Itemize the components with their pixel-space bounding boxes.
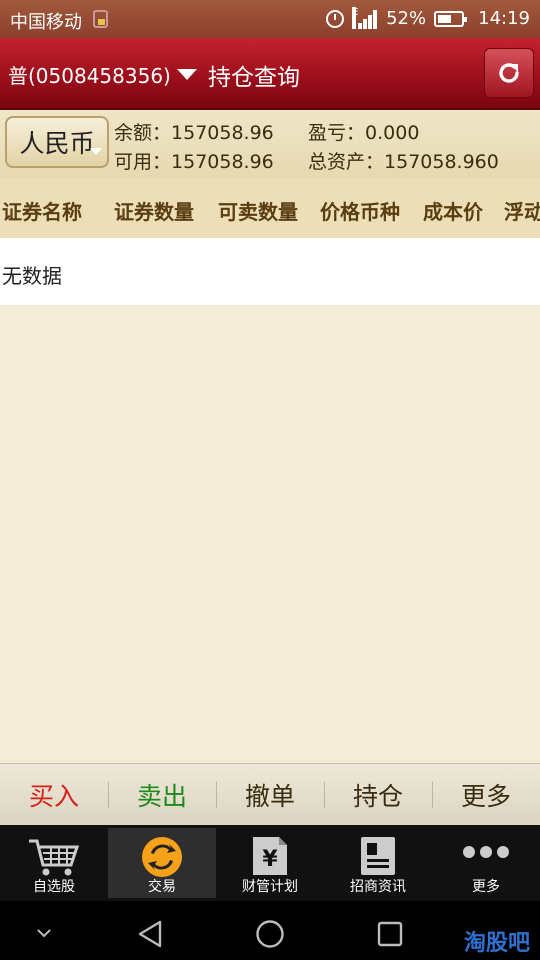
alarm-icon bbox=[326, 9, 345, 28]
refresh-button[interactable] bbox=[484, 48, 534, 98]
svg-text:¥: ¥ bbox=[262, 847, 278, 872]
chevron-down-icon[interactable] bbox=[36, 928, 52, 938]
recents-icon[interactable] bbox=[376, 920, 404, 948]
account-selector[interactable]: 普(0508458356) bbox=[8, 60, 197, 89]
pnl-field: 盈亏：0.000 bbox=[308, 122, 420, 144]
tab-trade[interactable]: 交易 bbox=[108, 828, 216, 898]
balance-value: 157058.96 bbox=[171, 122, 274, 144]
available-field: 可用：157058.96 bbox=[114, 151, 274, 173]
column-currency[interactable]: 价格币种 bbox=[320, 196, 400, 225]
column-quantity[interactable]: 证券数量 bbox=[114, 196, 194, 225]
home-icon[interactable] bbox=[255, 919, 285, 949]
empty-text: 无数据 bbox=[2, 264, 62, 288]
cart-icon bbox=[29, 839, 80, 876]
title-bar: 普(0508458356) 持仓查询 bbox=[0, 38, 540, 110]
battery-icon bbox=[434, 10, 468, 27]
currency-select[interactable]: 人民币 bbox=[5, 116, 109, 168]
yuan-doc-icon: ¥ bbox=[253, 837, 287, 875]
tab-news[interactable]: 招商资讯 bbox=[324, 825, 432, 901]
clock: 14:19 bbox=[478, 8, 530, 29]
table-header[interactable]: 证券名称 证券数量 可卖数量 价格币种 成本价 浮动 bbox=[0, 178, 540, 238]
more-actions-button[interactable]: 更多 bbox=[432, 764, 540, 825]
pnl-value: 0.000 bbox=[365, 122, 420, 144]
system-nav-bar: 淘股吧 bbox=[0, 901, 540, 960]
column-security-name[interactable]: 证券名称 bbox=[2, 196, 82, 225]
news-icon bbox=[361, 837, 395, 875]
column-floating[interactable]: 浮动 bbox=[504, 196, 540, 225]
account-summary: 人民币 余额：157058.96 盈亏：0.000 可用：157058.96 总… bbox=[0, 110, 540, 178]
signal-icon: E bbox=[352, 6, 378, 29]
account-label: 普(0508458356) bbox=[8, 64, 171, 88]
back-icon[interactable] bbox=[136, 919, 164, 949]
watermark-logo: 淘股吧 bbox=[463, 931, 530, 956]
dropdown-arrow-icon bbox=[90, 148, 102, 155]
status-bar: 中国移动 E 52% 14:19 bbox=[0, 0, 540, 38]
currency-label: 人民币 bbox=[19, 129, 95, 158]
empty-state: 无数据 bbox=[0, 238, 540, 305]
cancel-order-button[interactable]: 撤单 bbox=[216, 764, 324, 825]
total-assets-value: 157058.960 bbox=[384, 151, 499, 173]
available-value: 157058.96 bbox=[171, 151, 274, 173]
buy-button[interactable]: 买入 bbox=[0, 764, 108, 825]
total-assets-field: 总资产：157058.960 bbox=[308, 151, 499, 173]
more-dots-icon bbox=[463, 846, 509, 858]
column-sellable[interactable]: 可卖数量 bbox=[218, 196, 298, 225]
tab-more[interactable]: 更多 bbox=[432, 825, 540, 901]
sim-icon bbox=[93, 10, 108, 28]
tab-wealth-plan[interactable]: ¥ 财管计划 bbox=[216, 825, 324, 901]
column-cost-price[interactable]: 成本价 bbox=[423, 196, 483, 225]
tab-bar: 自选股 交易 ¥ 财管计划 招商资讯 更多 bbox=[0, 825, 540, 901]
battery-percent: 52% bbox=[386, 8, 427, 29]
balance-field: 余额：157058.96 bbox=[114, 122, 274, 144]
dropdown-arrow-icon bbox=[176, 69, 197, 80]
page-title: 持仓查询 bbox=[208, 65, 300, 91]
exchange-icon bbox=[142, 837, 182, 877]
refresh-icon bbox=[499, 63, 519, 83]
holdings-button[interactable]: 持仓 bbox=[324, 764, 432, 825]
action-bar: 买入 卖出 撤单 持仓 更多 bbox=[0, 763, 540, 825]
tab-watchlist[interactable]: 自选股 bbox=[0, 825, 108, 901]
carrier-name: 中国移动 bbox=[10, 12, 82, 33]
sell-button[interactable]: 卖出 bbox=[108, 764, 216, 825]
